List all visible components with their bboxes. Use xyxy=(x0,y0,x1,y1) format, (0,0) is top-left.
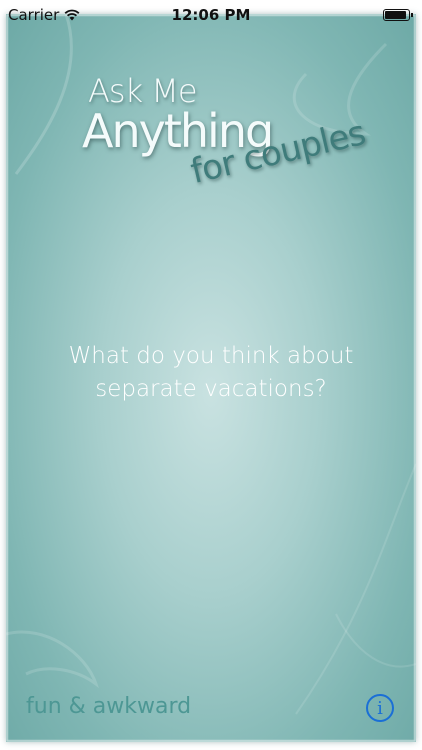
app-logo: Ask Me Anything for couples xyxy=(6,64,416,234)
carrier-label: Carrier xyxy=(8,6,60,24)
battery-fill xyxy=(385,11,406,19)
question-text: What do you think about separate vacatio… xyxy=(26,340,396,406)
status-bar: Carrier 12:06 PM xyxy=(0,0,422,30)
question-line-1: What do you think about xyxy=(68,343,354,369)
battery-icon xyxy=(383,9,413,21)
wifi-icon xyxy=(64,9,80,21)
status-left: Carrier xyxy=(8,6,80,24)
info-icon: i xyxy=(377,697,383,719)
question-card[interactable]: Ask Me Anything for couples What do you … xyxy=(6,14,416,742)
info-button[interactable]: i xyxy=(366,694,394,722)
category-label[interactable]: fun & awkward xyxy=(26,694,191,719)
question-line-2: separate vacations? xyxy=(95,376,327,402)
